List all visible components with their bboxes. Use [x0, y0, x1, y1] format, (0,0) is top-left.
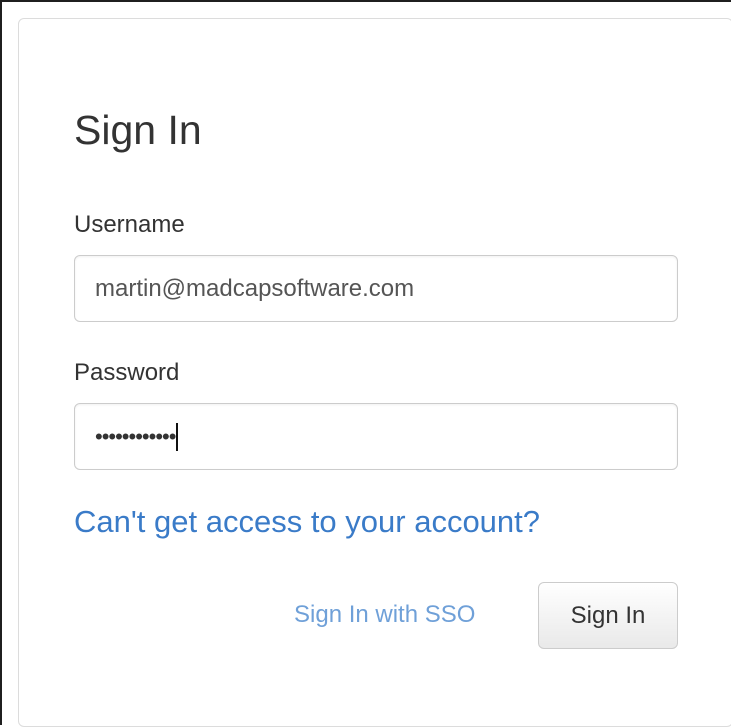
password-masked-text: ••••••••••••	[95, 423, 176, 449]
sso-sign-in-link[interactable]: Sign In with SSO	[294, 601, 475, 629]
username-label: Username	[74, 211, 185, 238]
username-field[interactable]	[74, 255, 678, 322]
page-title: Sign In	[74, 107, 202, 153]
sign-in-button[interactable]: Sign In	[538, 582, 678, 649]
password-label: Password	[74, 359, 180, 386]
forgot-access-link[interactable]: Can't get access to your account?	[74, 502, 540, 542]
text-caret	[176, 422, 179, 451]
password-field[interactable]: ••••••••••••	[74, 403, 678, 470]
window-frame: Sign In Username Password •••••••••••• C…	[0, 0, 731, 727]
